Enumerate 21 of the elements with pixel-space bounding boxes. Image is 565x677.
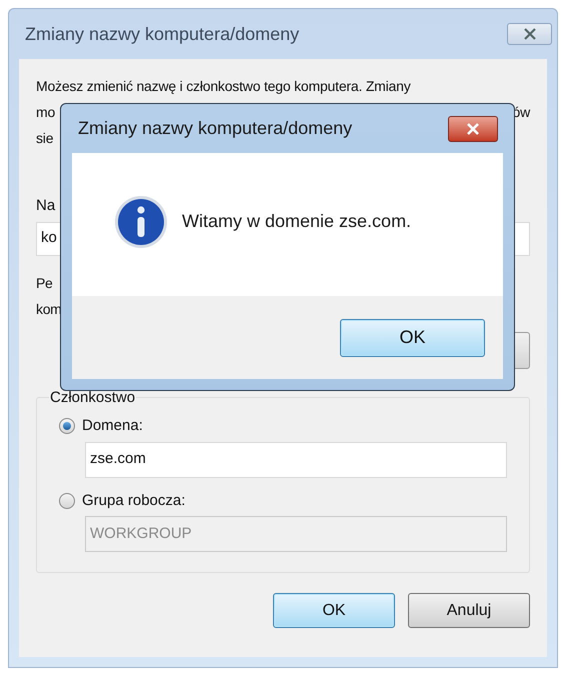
radio-label: Grupa robocza:	[82, 490, 186, 510]
intro-text: sie	[36, 130, 54, 146]
field-label: Na	[36, 196, 56, 216]
radio-button[interactable]	[59, 418, 75, 434]
close-button[interactable]	[507, 23, 552, 45]
intro-text: Możesz zmienić nazwę i członkostwo tego komputera. Zmiany	[36, 77, 412, 96]
close-icon	[522, 28, 536, 40]
text-field[interactable]: zse.com	[85, 442, 507, 478]
radio-label: Domena:	[82, 416, 143, 436]
message-text: Witamy w domenie zse.com.	[182, 210, 412, 233]
field-label: Pe	[36, 274, 53, 292]
ok-button[interactable]: OK	[273, 593, 395, 628]
info-icon	[114, 194, 168, 248]
close-icon	[466, 122, 480, 134]
group-title: Członkostwo	[49, 388, 136, 408]
ok-button[interactable]: OK	[340, 318, 485, 356]
intro-text: mo	[36, 103, 56, 122]
cancel-button[interactable]: Anuluj	[408, 593, 530, 628]
window-title: Zmiany nazwy komputera/domeny	[25, 22, 300, 46]
close-button[interactable]	[448, 116, 498, 142]
window-title: Zmiany nazwy komputera/domeny	[78, 117, 352, 140]
